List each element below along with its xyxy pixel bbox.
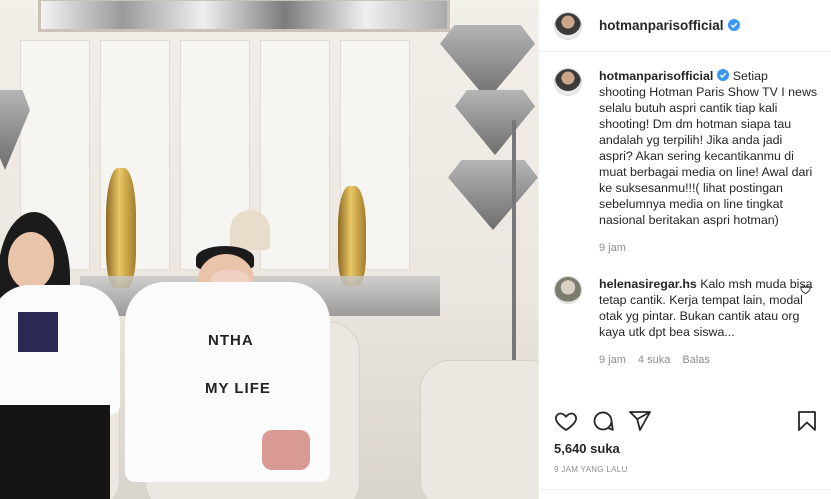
shirt-print: NTHA (208, 332, 254, 349)
comment-time[interactable]: 9 jam (599, 352, 626, 368)
bookmark-icon (798, 411, 816, 431)
caption-time[interactable]: 9 jam (599, 240, 626, 256)
action-bar (554, 408, 823, 434)
gold-vase (338, 186, 366, 286)
caption: hotmanparisofficial Setiap shooting Hotm… (554, 68, 823, 256)
comments-list: hotmanparisofficial Setiap shooting Hotm… (554, 68, 823, 368)
black-pants (0, 405, 110, 499)
heart-icon (555, 412, 577, 432)
likes-count[interactable]: 5,640 suka (554, 441, 620, 456)
post-header: hotmanparisofficial (539, 0, 831, 52)
verified-badge-icon (727, 19, 740, 31)
like-button[interactable] (554, 409, 578, 433)
comment-likes[interactable]: 4 suka (638, 352, 670, 368)
comment-meta: 9 jam 4 suka Balas (599, 352, 818, 368)
comment-body: helenasiregar.hs Kalo msh muda bisa teta… (599, 276, 818, 368)
save-button[interactable] (795, 409, 819, 433)
comment-button[interactable] (591, 409, 615, 433)
share-icon (629, 411, 651, 431)
shirt-print: MY LIFE (205, 380, 271, 397)
share-button[interactable] (628, 409, 652, 433)
caption-meta: 9 jam (599, 240, 818, 256)
face (8, 232, 54, 290)
gold-vase (106, 168, 136, 288)
sneaker (262, 430, 310, 470)
author-username-text[interactable]: hotmanparisofficial (599, 18, 724, 33)
armchair (420, 360, 538, 499)
like-comment-icon[interactable] (800, 284, 811, 295)
post-photo[interactable]: NTHA MY LIFE (0, 0, 538, 499)
caption-body: hotmanparisofficial Setiap shooting Hotm… (599, 68, 818, 256)
lamp-stand (512, 120, 516, 380)
divider (539, 489, 831, 490)
wall-panel (260, 40, 330, 270)
reply-button[interactable]: Balas (682, 352, 710, 368)
avatar[interactable] (554, 276, 582, 304)
verified-badge-icon (717, 69, 730, 81)
lamp (230, 210, 270, 250)
author-username[interactable]: hotmanparisofficial (599, 18, 740, 33)
avatar[interactable] (554, 11, 582, 40)
decor-leaf (448, 160, 538, 230)
decor-leaf (455, 90, 535, 155)
avatar[interactable] (554, 68, 582, 96)
caption-username[interactable]: hotmanparisofficial (599, 69, 713, 83)
caption-text: Setiap shooting Hotman Paris Show TV I n… (599, 69, 818, 227)
instagram-post: NTHA MY LIFE hotmanparisofficial hotmanp… (0, 0, 831, 499)
comment-icon (593, 411, 614, 431)
top (18, 312, 58, 352)
decor-leaf (440, 25, 535, 100)
comment-username[interactable]: helenasiregar.hs (599, 277, 697, 291)
comment-item: helenasiregar.hs Kalo msh muda bisa teta… (554, 276, 823, 368)
painting (38, 0, 450, 32)
post-sidebar: hotmanparisofficial hotmanparisofficial … (538, 0, 831, 499)
post-timestamp[interactable]: 9 JAM YANG LALU (554, 465, 628, 474)
